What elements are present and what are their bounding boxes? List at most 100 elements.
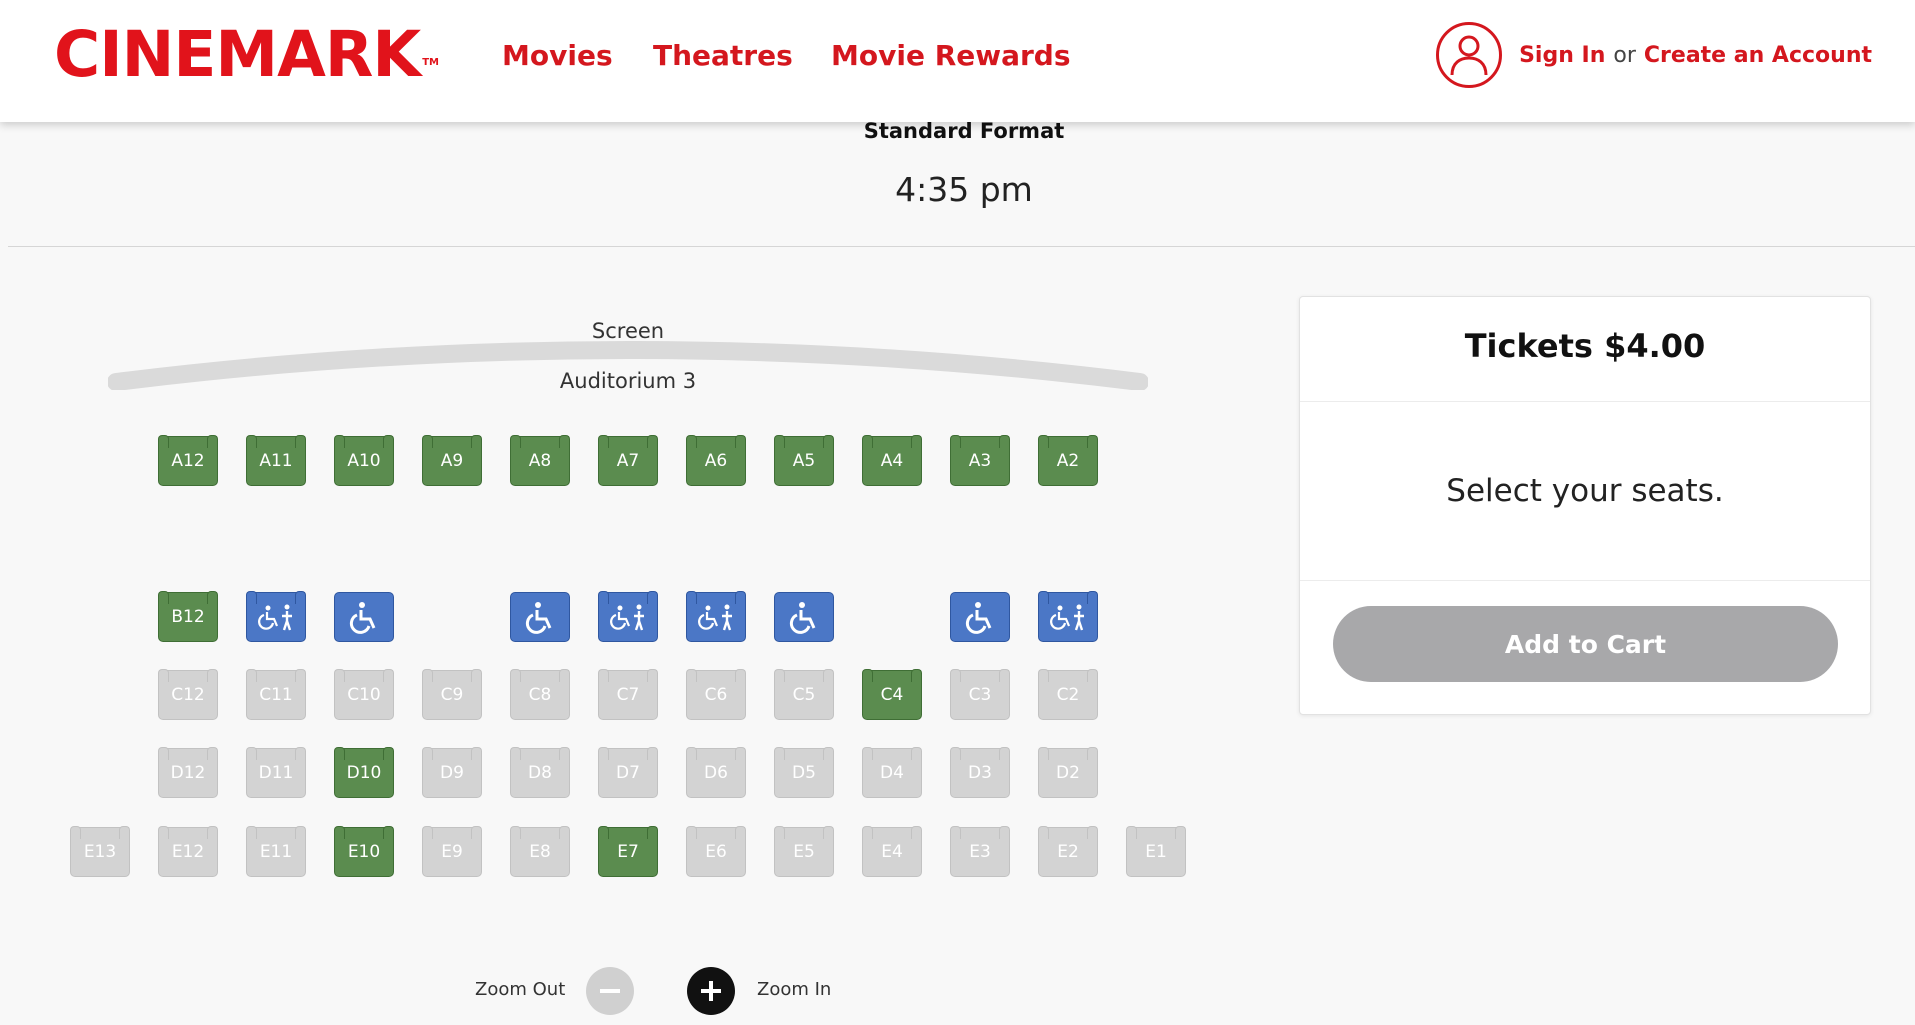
- seat-label: A6: [704, 451, 728, 471]
- seat-d7: D7: [598, 747, 658, 798]
- wheelchair-icon: [525, 602, 552, 634]
- seat-e5: E5: [774, 826, 834, 877]
- seat-a4[interactable]: A4: [862, 435, 922, 486]
- nav-theatres[interactable]: Theatres: [653, 38, 793, 74]
- seat-label: D5: [792, 763, 816, 783]
- seat-c10: C10: [334, 669, 394, 720]
- companion-icon: [258, 604, 292, 631]
- seat-label: E1: [1145, 842, 1167, 862]
- seat-b-companion[interactable]: [598, 591, 658, 642]
- companion-icon: [610, 604, 644, 631]
- panel-divider: [1300, 580, 1870, 581]
- logo-trademark: TM: [422, 57, 439, 68]
- seat-label: D6: [704, 763, 728, 783]
- seat-d11: D11: [246, 747, 306, 798]
- seat-label: A3: [968, 451, 992, 471]
- seat-label: D10: [346, 763, 382, 783]
- seat-c4[interactable]: C4: [862, 669, 922, 720]
- create-account-link[interactable]: Create an Account: [1644, 43, 1872, 68]
- seat-a12[interactable]: A12: [158, 435, 218, 486]
- seat-label: E7: [617, 842, 639, 862]
- seat-label: A8: [528, 451, 552, 471]
- seat-label: A4: [880, 451, 904, 471]
- seat-a3[interactable]: A3: [950, 435, 1010, 486]
- seat-e12: E12: [158, 826, 218, 877]
- seat-c12: C12: [158, 669, 218, 720]
- seat-a5[interactable]: A5: [774, 435, 834, 486]
- seat-c9: C9: [422, 669, 482, 720]
- sign-in-link[interactable]: Sign In: [1519, 43, 1605, 68]
- seat-a7[interactable]: A7: [598, 435, 658, 486]
- seat-a9[interactable]: A9: [422, 435, 482, 486]
- seat-e9: E9: [422, 826, 482, 877]
- nav-movie-rewards[interactable]: Movie Rewards: [831, 38, 1071, 74]
- seat-e11: E11: [246, 826, 306, 877]
- seat-a10[interactable]: A10: [334, 435, 394, 486]
- zoom-out-button[interactable]: [586, 967, 634, 1015]
- seat-b-wheel[interactable]: [510, 592, 570, 642]
- showtime-time: 4:35 pm: [895, 170, 1033, 209]
- seat-d10[interactable]: D10: [334, 747, 394, 798]
- seat-label: A11: [259, 451, 293, 471]
- seat-d9: D9: [422, 747, 482, 798]
- seat-b-companion[interactable]: [686, 591, 746, 642]
- seat-c2: C2: [1038, 669, 1098, 720]
- seat-e7[interactable]: E7: [598, 826, 658, 877]
- seat-a2[interactable]: A2: [1038, 435, 1098, 486]
- seat-label: A9: [440, 451, 464, 471]
- seat-e2: E2: [1038, 826, 1098, 877]
- seat-c3: C3: [950, 669, 1010, 720]
- plus-icon: [701, 981, 721, 1001]
- wheelchair-icon: [349, 602, 376, 634]
- minus-icon: [600, 989, 620, 993]
- seat-b-wheel[interactable]: [334, 592, 394, 642]
- seat-label: C5: [792, 685, 816, 705]
- seat-b-companion[interactable]: [1038, 591, 1098, 642]
- companion-icon: [1050, 604, 1084, 631]
- seat-label: E4: [881, 842, 903, 862]
- seat-e6: E6: [686, 826, 746, 877]
- seat-e13: E13: [70, 826, 130, 877]
- zoom-in-button[interactable]: [687, 967, 735, 1015]
- companion-icon: [698, 604, 732, 631]
- seat-d6: D6: [686, 747, 746, 798]
- seat-c11: C11: [246, 669, 306, 720]
- seat-label: C3: [968, 685, 992, 705]
- seat-label: D11: [258, 763, 294, 783]
- seat-d2: D2: [1038, 747, 1098, 798]
- site-header: CINEMARK TM Movies Theatres Movie Rewards…: [0, 0, 1915, 122]
- seat-e10[interactable]: E10: [334, 826, 394, 877]
- seat-label: E13: [83, 842, 117, 862]
- seat-label: D7: [616, 763, 640, 783]
- cinemark-logo[interactable]: CINEMARK TM: [54, 20, 439, 90]
- seat-a8[interactable]: A8: [510, 435, 570, 486]
- user-icon[interactable]: [1436, 22, 1503, 88]
- seat-a6[interactable]: A6: [686, 435, 746, 486]
- seat-label: E9: [441, 842, 463, 862]
- seat-d12: D12: [158, 747, 218, 798]
- add-to-cart-button[interactable]: Add to Cart: [1333, 606, 1838, 682]
- seat-label: C7: [616, 685, 640, 705]
- seat-map: Screen Auditorium 3 A12 A11 A10 A9 A8 A7 A6 A5 A…: [0, 247, 1260, 1025]
- seat-b-wheel[interactable]: [774, 592, 834, 642]
- seat-b12[interactable]: B12: [158, 591, 218, 642]
- seat-label: A7: [616, 451, 640, 471]
- seat-b-companion[interactable]: [246, 591, 306, 642]
- seat-b-wheel[interactable]: [950, 592, 1010, 642]
- seat-label: E3: [969, 842, 991, 862]
- zoom-in-label: Zoom In: [757, 979, 832, 1000]
- seat-label: C4: [880, 685, 904, 705]
- tickets-panel: Tickets $4.00 Select your seats. Add to …: [1299, 296, 1871, 715]
- seat-label: A2: [1056, 451, 1080, 471]
- account-area: Sign In or Create an Account: [1436, 22, 1872, 88]
- nav-movies[interactable]: Movies: [502, 38, 613, 74]
- seat-label: C12: [171, 685, 205, 705]
- seat-d5: D5: [774, 747, 834, 798]
- auditorium-label: Auditorium 3: [559, 369, 697, 393]
- seat-a11[interactable]: A11: [246, 435, 306, 486]
- seat-c6: C6: [686, 669, 746, 720]
- or-text: or: [1613, 42, 1636, 68]
- seat-label: C6: [704, 685, 728, 705]
- seat-e1: E1: [1126, 826, 1186, 877]
- seat-d8: D8: [510, 747, 570, 798]
